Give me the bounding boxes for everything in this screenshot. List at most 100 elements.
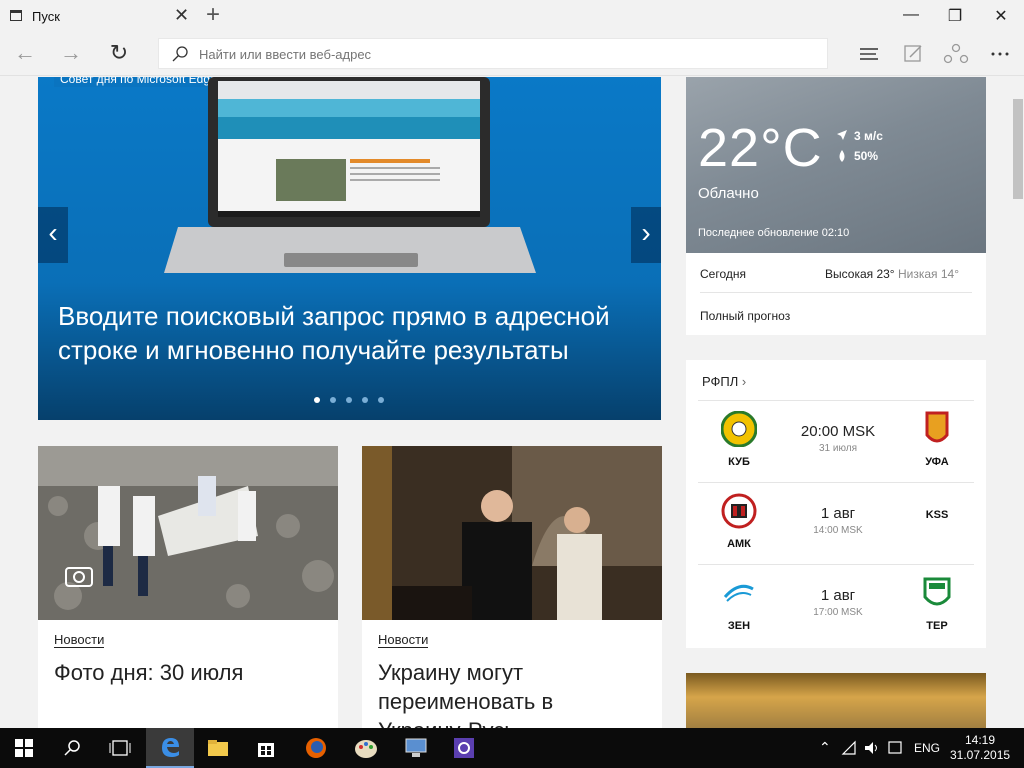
- divider: [700, 292, 972, 293]
- paint-icon: [355, 740, 377, 758]
- paint-button[interactable]: [342, 728, 390, 768]
- today-forecast[interactable]: Сегодня Высокая 23° Низкая 14°: [700, 267, 972, 281]
- away-team-name: KSS: [925, 509, 949, 521]
- scrollbar-thumb[interactable]: [1013, 99, 1023, 199]
- tip-heading[interactable]: Вводите поисковый запрос прямо в адресно…: [58, 299, 648, 367]
- last-updated: Последнее обновление 02:10: [698, 227, 850, 239]
- search-icon: [172, 46, 188, 62]
- search-button[interactable]: [48, 728, 96, 768]
- start-button[interactable]: [0, 728, 48, 768]
- laptop-image: [164, 77, 536, 273]
- new-tab-button[interactable]: +: [206, 2, 220, 28]
- tip-carousel[interactable]: Совет дня по Microsoft Edge ‹ › Вводите …: [38, 77, 661, 420]
- carousel-dot[interactable]: [314, 397, 320, 403]
- start-page: Совет дня по Microsoft Edge ‹ › Вводите …: [0, 77, 1024, 728]
- weather-widget[interactable]: 22°C Облачно 3 м/с 50% Последнее обновле…: [686, 77, 986, 335]
- clock[interactable]: 14:19 31.07.2015: [950, 733, 1010, 763]
- minimize-button[interactable]: —: [888, 6, 934, 24]
- web-note-icon[interactable]: [900, 42, 928, 66]
- home-team: АМК: [714, 493, 764, 550]
- amkar-logo-icon: [721, 493, 757, 529]
- tab-start[interactable]: Пуск ✕: [0, 0, 200, 32]
- news-card[interactable]: Новости Фото дня: 30 июля: [38, 446, 338, 728]
- forward-button[interactable]: →: [56, 40, 86, 66]
- match-time: 14:00 MSK: [813, 525, 863, 536]
- away-team: KSS: [912, 509, 962, 521]
- card-category[interactable]: Новости: [54, 632, 105, 648]
- store-button[interactable]: [242, 728, 290, 768]
- navigation-bar: ← → ↻: [0, 32, 1024, 76]
- task-view-icon: [109, 740, 131, 756]
- match-time: 17:00 MSK: [813, 607, 863, 618]
- notifications-icon[interactable]: [887, 740, 903, 756]
- match-date: 1 авг: [820, 505, 856, 522]
- carousel-next-button[interactable]: ›: [631, 207, 661, 263]
- more-icon[interactable]: [986, 42, 1014, 66]
- rfpl-widget[interactable]: РФПЛ › КУБ 20:00 MSK 31 июля УФА АМК 1 а…: [686, 360, 986, 648]
- away-team-name: ТЕР: [926, 620, 948, 632]
- network-app-button[interactable]: [392, 728, 440, 768]
- condition: Облачно: [698, 185, 759, 202]
- match-row[interactable]: ЗЕН 1 авг 17:00 MSK ТЕР: [698, 564, 974, 646]
- chevron-up-icon[interactable]: ⌃: [819, 739, 831, 756]
- carousel-prev-button[interactable]: ‹: [38, 207, 68, 263]
- carousel-indicator: [314, 397, 384, 403]
- card-title[interactable]: Украину могут переименовать в Украину-Ру…: [378, 658, 648, 728]
- match-row[interactable]: КУБ 20:00 MSK 31 июля УФА: [698, 400, 974, 482]
- news-photo: [362, 446, 662, 620]
- tab-close-button[interactable]: ✕: [174, 6, 189, 24]
- match-date: 1 авг: [820, 587, 856, 604]
- file-explorer-button[interactable]: [194, 728, 242, 768]
- firefox-button[interactable]: [292, 728, 340, 768]
- chevron-right-icon: ›: [741, 374, 747, 389]
- home-team-name: КУБ: [728, 456, 750, 468]
- low-temp: Низкая 14°: [897, 267, 959, 281]
- match-date: 31 июля: [818, 443, 858, 454]
- app-button[interactable]: [440, 728, 488, 768]
- tab-title: Пуск: [32, 9, 60, 24]
- wind-icon: [837, 130, 847, 140]
- scrollbar[interactable]: [1012, 77, 1024, 728]
- hub-icon[interactable]: [856, 42, 884, 66]
- network-icon[interactable]: [841, 740, 857, 756]
- computer-icon: [405, 738, 427, 757]
- news-card[interactable]: Новости Украину могут переименовать в Ук…: [362, 446, 662, 728]
- language-indicator[interactable]: ENG: [914, 741, 940, 755]
- away-team-name: УФА: [925, 456, 949, 468]
- folder-icon: [208, 740, 228, 756]
- back-button[interactable]: ←: [10, 40, 40, 66]
- task-view-button[interactable]: [96, 728, 144, 768]
- carousel-dot[interactable]: [362, 397, 368, 403]
- news-photo: [38, 446, 338, 620]
- high-temp: Высокая 23°: [825, 267, 895, 281]
- search-icon: [64, 740, 80, 756]
- carousel-dot[interactable]: [330, 397, 336, 403]
- carousel-dot[interactable]: [346, 397, 352, 403]
- full-forecast-link[interactable]: Полный прогноз: [700, 309, 790, 323]
- promo-image[interactable]: [686, 673, 986, 728]
- home-team: КУБ: [714, 410, 764, 468]
- close-window-button[interactable]: ✕: [978, 6, 1024, 26]
- match-info: 1 авг 17:00 MSK: [778, 587, 898, 618]
- share-icon[interactable]: [942, 42, 970, 66]
- restore-button[interactable]: ❐: [932, 6, 978, 26]
- match-info: 1 авг 14:00 MSK: [778, 505, 898, 536]
- away-team: УФА: [912, 411, 962, 468]
- card-title[interactable]: Фото дня: 30 июля: [54, 658, 324, 687]
- card-category[interactable]: Новости: [378, 632, 429, 648]
- firefox-icon: [306, 738, 326, 758]
- match-row[interactable]: АМК 1 авг 14:00 MSK KSS: [698, 482, 974, 564]
- home-team: ЗЕН: [714, 575, 764, 632]
- humidity: 50%: [854, 149, 879, 163]
- zenit-logo-icon: [723, 584, 754, 602]
- carousel-dot[interactable]: [378, 397, 384, 403]
- volume-icon[interactable]: [863, 740, 879, 756]
- address-bar[interactable]: [158, 38, 828, 69]
- edge-icon: [162, 738, 179, 757]
- address-input[interactable]: [199, 45, 799, 63]
- taskbar: ⌃ ENG 14:19 31.07.2015: [0, 728, 1024, 768]
- refresh-button[interactable]: ↻: [104, 40, 134, 66]
- edge-taskbar-button[interactable]: [146, 728, 194, 768]
- rfpl-header[interactable]: РФПЛ ›: [702, 374, 746, 389]
- kuban-logo-icon: [720, 410, 758, 448]
